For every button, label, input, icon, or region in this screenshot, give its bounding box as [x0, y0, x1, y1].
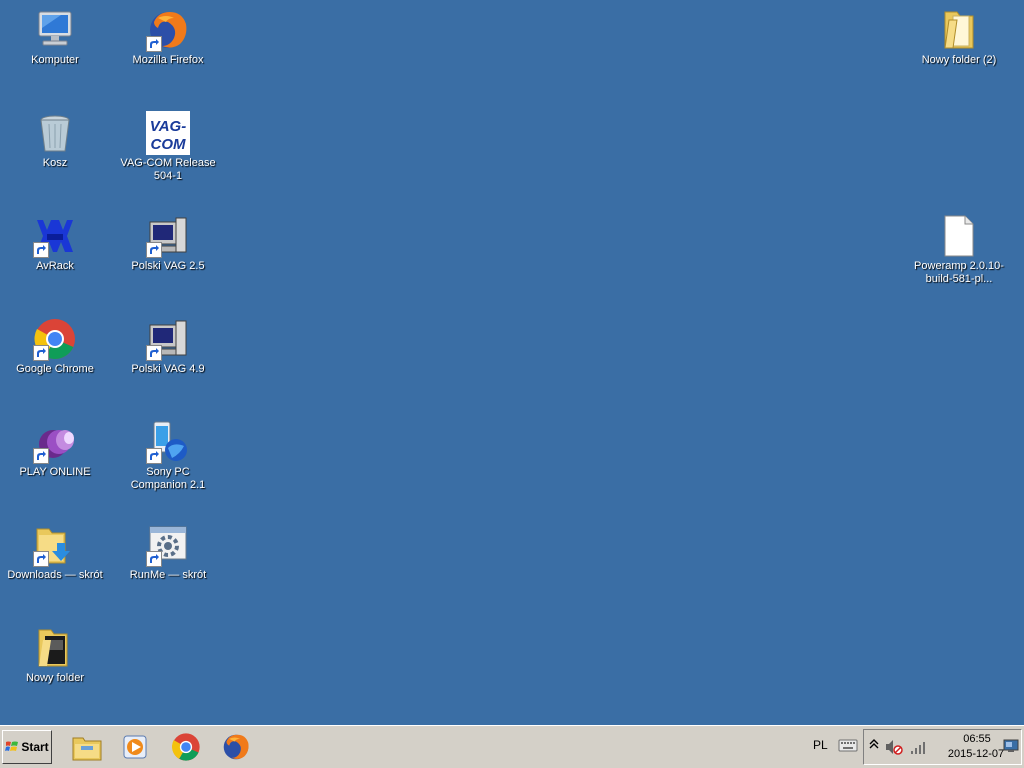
shortcut-arrow-icon	[146, 242, 162, 258]
desktop-icon-nowy-folder[interactable]: Nowy folder	[5, 620, 105, 685]
shortcut-arrow-icon	[146, 36, 162, 52]
play-online-icon	[33, 420, 77, 464]
language-indicator[interactable]: PL	[813, 738, 828, 752]
shortcut-arrow-icon	[146, 448, 162, 464]
desktop-icon-label: RunMe — skrót	[129, 569, 207, 581]
desktop-icon-mozilla-firefox[interactable]: Mozilla Firefox	[118, 2, 218, 67]
desktop-icon-label: Kosz	[42, 157, 68, 169]
desktop-icon-sony-pc-companion[interactable]: Sony PC Companion 2.1	[118, 414, 218, 492]
sony-pc-companion-icon	[146, 420, 190, 464]
shortcut-arrow-icon	[146, 551, 162, 567]
vag-com-icon: VAG- COM	[146, 111, 190, 155]
desktop-icon-label: Nowy folder (2)	[921, 54, 997, 66]
desktop-icon-play-online[interactable]: PLAY ONLINE	[5, 414, 105, 479]
desktop-icon-kosz[interactable]: Kosz	[5, 105, 105, 170]
media-player-icon	[123, 735, 147, 759]
computer-icon	[33, 8, 77, 52]
desktop: Komputer Kosz AvRack Google Chrome PLAY …	[0, 0, 1024, 725]
shortcut-arrow-icon	[33, 551, 49, 567]
firefox-icon	[223, 734, 249, 760]
desktop-icon-label: Sony PC Companion 2.1	[130, 466, 206, 491]
desktop-icon-komputer[interactable]: Komputer	[5, 2, 105, 67]
taskbar-firefox[interactable]	[218, 729, 254, 765]
desktop-icon-polski-vag-49[interactable]: Polski VAG 4.9	[118, 311, 218, 376]
firefox-icon	[146, 8, 190, 52]
desktop-icon-label: PLAY ONLINE	[19, 466, 91, 478]
file-explorer-icon	[72, 737, 102, 761]
computer-app-icon	[146, 317, 190, 361]
taskbar: Start PL 06:55 2015-12-07	[0, 725, 1024, 768]
runme-icon	[146, 523, 190, 567]
windows-logo-icon	[5, 741, 19, 751]
desktop-icon-downloads-shortcut[interactable]: Downloads — skrót	[5, 517, 105, 582]
taskbar-chrome[interactable]	[168, 729, 204, 765]
file-icon	[937, 214, 981, 258]
shortcut-arrow-icon	[33, 242, 49, 258]
network-signal-icon[interactable]	[910, 739, 928, 758]
desktop-icon-label: Google Chrome	[16, 363, 94, 375]
desktop-icon-vag-com[interactable]: VAG- COM VAG-COM Release 504-1	[118, 105, 218, 183]
recycle-bin-icon	[33, 111, 77, 155]
taskbar-media-player[interactable]	[117, 729, 153, 765]
chrome-icon	[172, 733, 200, 761]
desktop-icon-runme-shortcut[interactable]: RunMe — skrót	[118, 517, 218, 582]
desktop-icon-label: Mozilla Firefox	[132, 54, 204, 66]
system-tray: 06:55 2015-12-07	[863, 729, 1022, 765]
desktop-icon-label: Downloads — skrót	[7, 569, 103, 581]
desktop-icon-label: Polski VAG 2.5	[131, 260, 205, 272]
show-desktop-icon[interactable]	[1003, 739, 1019, 755]
shortcut-arrow-icon	[33, 345, 49, 361]
shortcut-arrow-icon	[146, 345, 162, 361]
desktop-icon-avrack[interactable]: AvRack	[5, 208, 105, 273]
desktop-icon-polski-vag-25[interactable]: Polski VAG 2.5	[118, 208, 218, 273]
desktop-icon-label: Komputer	[31, 54, 79, 66]
desktop-icon-label: VAG-COM Release 504-1	[120, 157, 216, 182]
desktop-icon-poweramp[interactable]: Poweramp 2.0.10-build-581-pl...	[909, 208, 1009, 286]
desktop-icon-label: AvRack	[36, 260, 74, 272]
keyboard-icon[interactable]	[838, 736, 858, 754]
shortcut-arrow-icon	[33, 448, 49, 464]
folder-icon	[937, 8, 981, 52]
desktop-icon-google-chrome[interactable]: Google Chrome	[5, 311, 105, 376]
clock-time[interactable]: 06:55	[954, 733, 1000, 745]
desktop-icon-label: Nowy folder	[25, 672, 85, 684]
downloads-folder-icon	[33, 523, 77, 567]
desktop-icon-label: Polski VAG 4.9	[131, 363, 205, 375]
computer-app-icon	[146, 214, 190, 258]
desktop-icon-nowy-folder-2[interactable]: Nowy folder (2)	[909, 2, 1009, 67]
svg-text:VAG-: VAG-	[150, 118, 186, 135]
avrack-icon	[33, 214, 77, 258]
start-button[interactable]: Start	[2, 730, 52, 764]
folder-icon	[33, 626, 77, 670]
svg-text:COM: COM	[151, 136, 187, 153]
volume-muted-icon[interactable]	[885, 739, 903, 758]
start-label: Start	[21, 740, 49, 754]
chevron-up-icon[interactable]	[869, 738, 879, 753]
clock-date[interactable]: 2015-12-07	[940, 748, 1012, 760]
taskbar-file-explorer[interactable]	[69, 729, 105, 765]
desktop-icon-label: Poweramp 2.0.10-build-581-pl...	[914, 260, 1004, 285]
chrome-icon	[33, 317, 77, 361]
